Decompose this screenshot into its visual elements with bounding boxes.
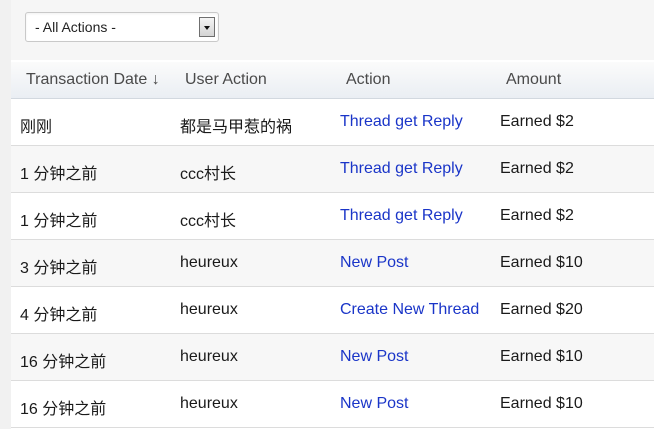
table-row: 1 分钟之前 ccc村长 Thread get Reply Earned $2 (11, 193, 654, 240)
cell-user: ccc村长 (180, 166, 237, 183)
cell-user: heureux (180, 395, 238, 412)
column-header-action: Action (346, 71, 391, 88)
chevron-down-icon[interactable] (199, 17, 215, 37)
cell-amount: Earned $10 (500, 348, 583, 365)
left-panel-edge (0, 0, 11, 429)
cell-action-link[interactable]: New Post (340, 254, 408, 272)
action-filter-select[interactable]: - All Actions - (25, 12, 219, 42)
table-row: 16 分钟之前 heureux New Post Earned $10 (11, 334, 654, 381)
cell-action-link[interactable]: New Post (340, 348, 408, 366)
cell-action-link[interactable]: Create New Thread (340, 301, 479, 319)
cell-action-link[interactable]: Thread get Reply (340, 207, 463, 225)
cell-date: 4 分钟之前 (20, 307, 98, 324)
table-row: 4 分钟之前 heureux Create New Thread Earned … (11, 287, 654, 334)
table-row: 16 分钟之前 heureux New Post Earned $10 (11, 381, 654, 428)
cell-date: 刚刚 (20, 119, 53, 136)
column-header-amount: Amount (506, 71, 562, 88)
cell-amount: Earned $2 (500, 113, 574, 130)
cell-date: 1 分钟之前 (20, 166, 98, 183)
transactions-table: Transaction Date ↓ User Action Action Am… (11, 62, 654, 428)
cell-user: 都是马甲惹的祸 (180, 119, 293, 136)
cell-date: 16 分钟之前 (20, 401, 107, 418)
cell-action-link[interactable]: Thread get Reply (340, 113, 463, 131)
table-row: 刚刚 都是马甲惹的祸 Thread get Reply Earned $2 (11, 99, 654, 146)
cell-user: heureux (180, 254, 238, 271)
table-row: 1 分钟之前 ccc村长 Thread get Reply Earned $2 (11, 146, 654, 193)
column-header-user-action: User Action (185, 71, 267, 88)
cell-amount: Earned $2 (500, 207, 574, 224)
cell-amount: Earned $10 (500, 254, 583, 271)
cell-user: heureux (180, 348, 238, 365)
cell-action-link[interactable]: Thread get Reply (340, 160, 463, 178)
cell-date: 16 分钟之前 (20, 354, 107, 371)
cell-amount: Earned $2 (500, 160, 574, 177)
column-header-transaction-date[interactable]: Transaction Date ↓ (26, 71, 160, 89)
cell-user: ccc村长 (180, 213, 237, 230)
cell-action-link[interactable]: New Post (340, 395, 408, 413)
cell-user: heureux (180, 301, 238, 318)
cell-amount: Earned $10 (500, 395, 583, 412)
table-row: 3 分钟之前 heureux New Post Earned $10 (11, 240, 654, 287)
cell-date: 1 分钟之前 (20, 213, 98, 230)
table-header: Transaction Date ↓ User Action Action Am… (11, 62, 654, 99)
cell-date: 3 分钟之前 (20, 260, 98, 277)
cell-amount: Earned $20 (500, 301, 583, 318)
action-filter-selected-value: - All Actions - (35, 19, 116, 35)
